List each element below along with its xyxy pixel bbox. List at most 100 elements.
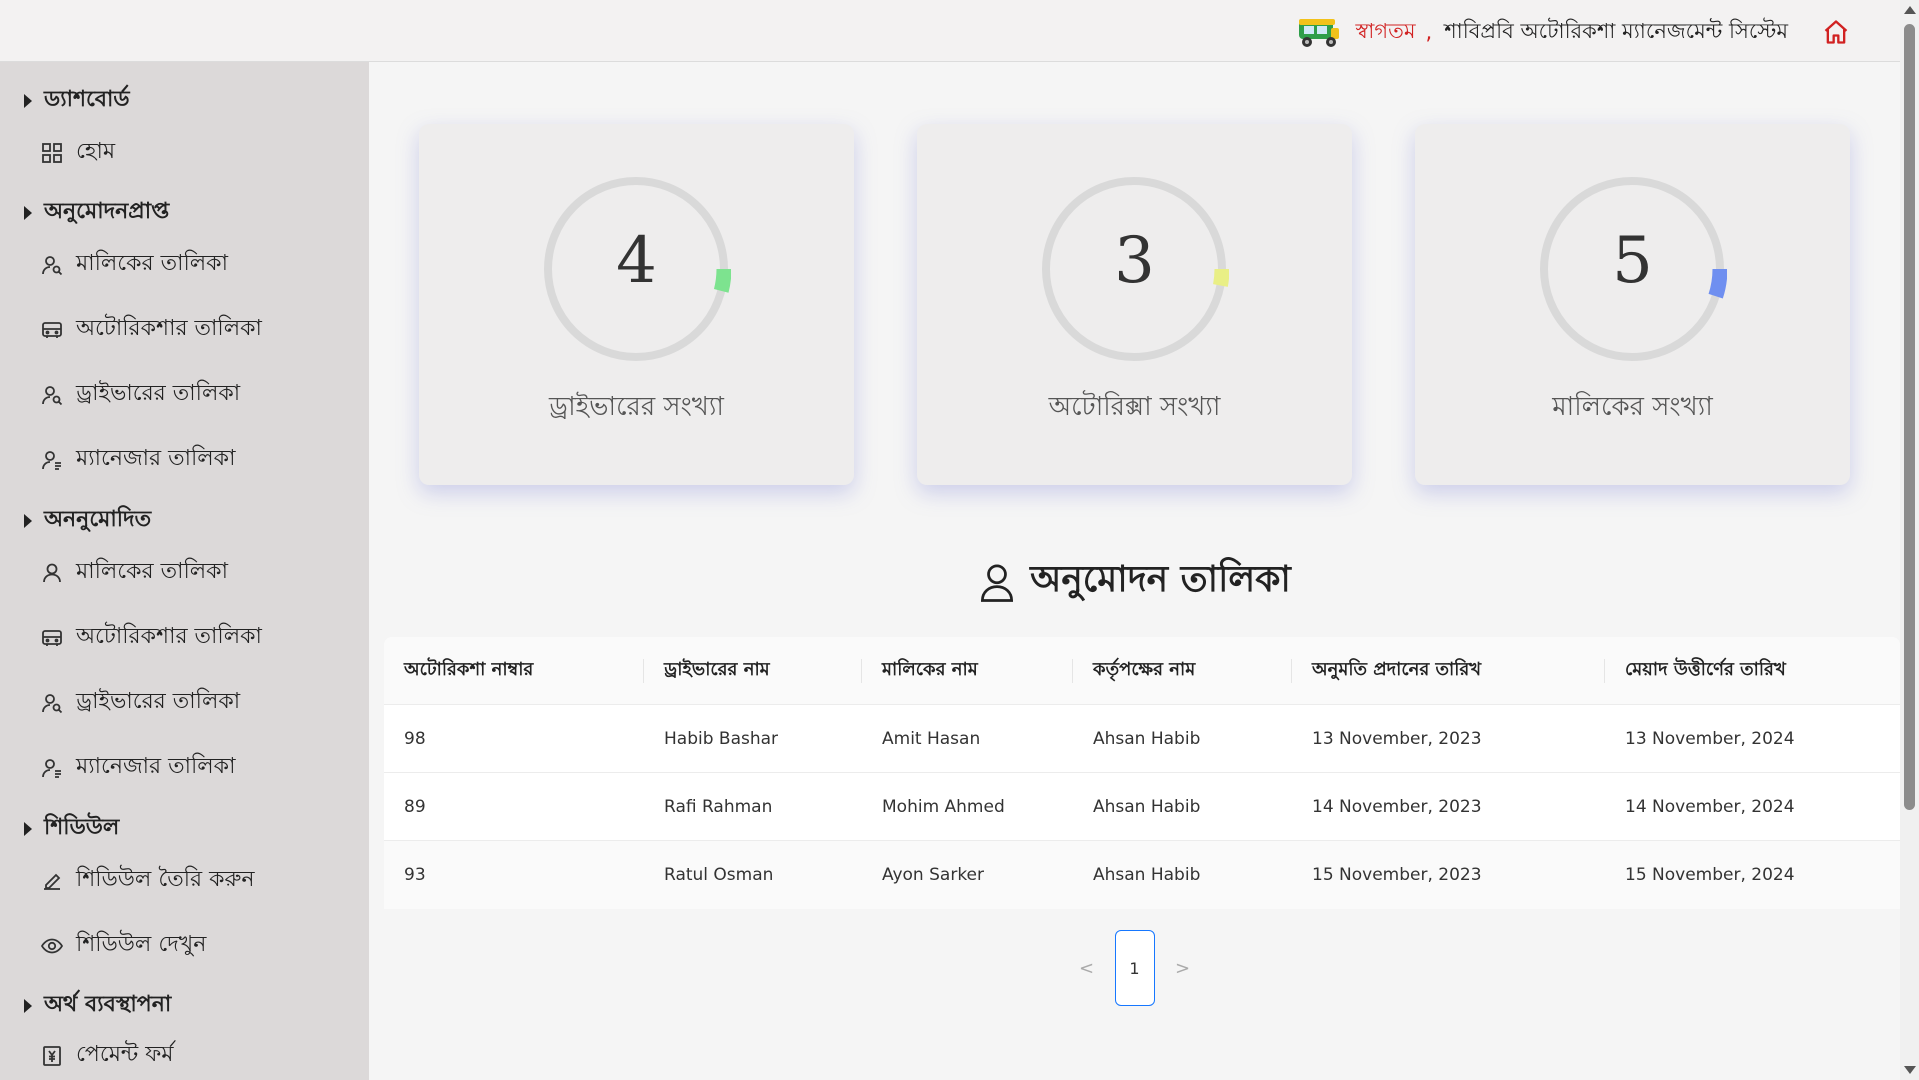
scroll-down-arrow-icon[interactable] bbox=[1904, 1066, 1916, 1074]
sidebar-section-finance[interactable]: অর্থ ব্যবস্থাপনা bbox=[24, 987, 171, 1024]
sidebar-item-label: ড্রাইভারের তালিকা bbox=[76, 381, 241, 406]
sidebar-item-approved-rickshaws[interactable]: অটোরিকশার তালিকা bbox=[40, 311, 262, 348]
stat-label: মালিকের সংখ্যা bbox=[1552, 392, 1713, 422]
next-page-button[interactable]: > bbox=[1171, 958, 1195, 979]
stat-card-drivers: 4 ড্রাইভারের সংখ্যা bbox=[419, 124, 854, 485]
sidebar-item-unapproved-owners[interactable]: মালিকের তালিকা bbox=[40, 554, 228, 591]
stat-label: ড্রাইভারের সংখ্যা bbox=[549, 392, 724, 422]
cell-authority-name: Ahsan Habib bbox=[1093, 796, 1201, 817]
caret-right-icon bbox=[24, 821, 32, 836]
cell-approval-date: 13 November, 2023 bbox=[1312, 728, 1482, 749]
sidebar-section-approved[interactable]: অনুমোদনপ্রাপ্ত bbox=[24, 194, 169, 231]
sidebar-item-label: ম্যানেজার তালিকা bbox=[76, 446, 236, 471]
sidebar-item-label: অটোরিকশার তালিকা bbox=[76, 316, 262, 341]
sidebar-item-label: মালিকের তালিকা bbox=[76, 559, 228, 584]
cell-approval-date: 15 November, 2023 bbox=[1312, 865, 1482, 885]
main-content: 4 ড্রাইভারের সংখ্যা 3 অটোরিক্সা সংখ্যা 5… bbox=[369, 62, 1900, 1080]
caret-right-icon bbox=[24, 998, 32, 1013]
sidebar-section-label: অর্থ ব্যবস্থাপনা bbox=[44, 992, 172, 1017]
cell-owner-name: Amit Hasan bbox=[882, 728, 981, 749]
user-icon bbox=[43, 563, 61, 582]
user-search-icon bbox=[42, 693, 63, 713]
car-icon bbox=[42, 321, 62, 338]
sidebar-item-view-schedule[interactable]: শিডিউল দেখুন bbox=[40, 927, 206, 964]
cell-authority-name: Ahsan Habib bbox=[1093, 728, 1201, 749]
user-search-icon bbox=[42, 255, 63, 275]
sidebar-item-payment-form[interactable]: পেমেন্ট ফর্ম bbox=[40, 1037, 174, 1074]
cell-owner-name: Ayon Sarker bbox=[882, 865, 984, 885]
column-header[interactable]: অটোরিকশা নাম্বার bbox=[384, 637, 644, 705]
sidebar-item-label: ম্যানেজার তালিকা bbox=[76, 754, 236, 779]
welcome-comma: , bbox=[1425, 20, 1433, 44]
approval-list-title-text: অনুমোদন তালিকা bbox=[1030, 559, 1291, 600]
caret-right-icon bbox=[24, 205, 32, 220]
cell-driver-name: Habib Bashar bbox=[664, 728, 779, 749]
cell-rickshaw-number: 93 bbox=[404, 865, 426, 885]
sidebar-section-unapproved[interactable]: অননুমোদিত bbox=[24, 502, 151, 539]
column-header[interactable]: ড্রাইভারের নাম bbox=[644, 637, 862, 705]
brand: স্বাগতম , শাবিপ্রবি অটোরিকশা ম্যানেজমেন্… bbox=[1295, 12, 1852, 52]
sidebar-item-label: ড্রাইভারের তালিকা bbox=[76, 689, 241, 714]
cell-authority-name: Ahsan Habib bbox=[1093, 865, 1201, 885]
sidebar-item-approved-owners[interactable]: মালিকের তালিকা bbox=[40, 246, 228, 283]
column-header[interactable]: অনুমতি প্রদানের তারিখ bbox=[1292, 637, 1605, 705]
stat-value: 5 bbox=[1612, 224, 1653, 298]
table-row[interactable]: 98 Habib Bashar Amit Hasan Ahsan Habib 1… bbox=[384, 705, 1900, 773]
sidebar-item-home[interactable]: হোম bbox=[40, 134, 115, 171]
sidebar-section-dashboard[interactable]: ড্যাশবোর্ড bbox=[24, 82, 130, 119]
prev-page-button[interactable]: < bbox=[1075, 958, 1099, 979]
sidebar-item-label: মালিকের তালিকা bbox=[76, 251, 228, 276]
sidebar-section-label: শিডিউল bbox=[44, 815, 120, 840]
sidebar-section-schedule[interactable]: শিডিউল bbox=[24, 810, 119, 847]
edit-icon bbox=[44, 873, 61, 890]
home-icon bbox=[1824, 20, 1848, 44]
scroll-up-arrow-icon[interactable] bbox=[1904, 6, 1916, 14]
sidebar-item-label: শিডিউল তৈরি করুন bbox=[76, 867, 255, 892]
cell-driver-name: Ratul Osman bbox=[664, 865, 774, 885]
table-row[interactable]: 89 Rafi Rahman Mohim Ahmed Ahsan Habib 1… bbox=[384, 773, 1900, 841]
sidebar-section-label: অনুমোদনপ্রাপ্ত bbox=[44, 199, 170, 224]
top-header: স্বাগতম , শাবিপ্রবি অটোরিকশা ম্যানেজমেন্… bbox=[0, 0, 1900, 62]
sidebar-item-unapproved-managers[interactable]: ম্যানেজার তালিকা bbox=[40, 749, 235, 786]
page-scrollbar[interactable] bbox=[1900, 0, 1919, 1080]
stat-value: 4 bbox=[616, 224, 657, 298]
sidebar-item-unapproved-drivers[interactable]: ড্রাইভারের তালিকা bbox=[40, 684, 240, 721]
home-button[interactable] bbox=[1820, 16, 1852, 48]
stat-value: 3 bbox=[1114, 224, 1155, 298]
eye-icon bbox=[40, 938, 64, 953]
cell-owner-name: Mohim Ahmed bbox=[882, 796, 1005, 817]
autorickshaw-icon bbox=[1299, 19, 1340, 47]
welcome-text: স্বাগতম bbox=[1355, 18, 1416, 43]
approval-table: অটোরিকশা নাম্বার ড্রাইভারের নাম মালিকের … bbox=[384, 637, 1900, 909]
sidebar-item-label: অটোরিকশার তালিকা bbox=[76, 624, 262, 649]
pagination: < 1 > bbox=[369, 930, 1900, 1006]
page-1-button[interactable]: 1 bbox=[1114, 930, 1155, 1006]
table-header: অটোরিকশা নাম্বার ড্রাইভারের নাম মালিকের … bbox=[384, 637, 1900, 705]
user-list-icon bbox=[42, 450, 61, 470]
cell-driver-name: Rafi Rahman bbox=[664, 796, 773, 817]
stat-card-rickshaws: 3 অটোরিক্সা সংখ্যা bbox=[917, 124, 1352, 485]
cell-expiry-date: 15 November, 2024 bbox=[1625, 865, 1795, 885]
sidebar-item-label: পেমেন্ট ফর্ম bbox=[76, 1042, 174, 1067]
sidebar: ড্যাশবোর্ড হোম অনুমোদনপ্রাপ্ত মালিকের তা… bbox=[0, 62, 369, 1080]
grid-icon bbox=[42, 142, 62, 163]
sidebar-item-approved-managers[interactable]: ম্যানেজার তালিকা bbox=[40, 441, 235, 478]
scrollbar-thumb[interactable] bbox=[1904, 24, 1915, 810]
cell-rickshaw-number: 98 bbox=[404, 728, 426, 749]
car-icon bbox=[42, 629, 62, 646]
cell-expiry-date: 14 November, 2024 bbox=[1625, 796, 1795, 817]
approval-list-title: অনুমোদন তালিকা bbox=[369, 552, 1900, 612]
sidebar-item-label: হোম bbox=[76, 139, 116, 164]
sidebar-item-unapproved-rickshaws[interactable]: অটোরিকশার তালিকা bbox=[40, 619, 262, 656]
column-header[interactable]: কর্তৃপক্ষের নাম bbox=[1073, 637, 1292, 705]
table-row[interactable]: 93 Ratul Osman Ayon Sarker Ahsan Habib 1… bbox=[384, 841, 1900, 909]
cell-approval-date: 14 November, 2023 bbox=[1312, 796, 1482, 817]
cell-expiry-date: 13 November, 2024 bbox=[1625, 728, 1795, 749]
column-header[interactable]: মালিকের নাম bbox=[862, 637, 1073, 705]
sidebar-item-create-schedule[interactable]: শিডিউল তৈরি করুন bbox=[40, 862, 255, 899]
sidebar-item-approved-drivers[interactable]: ড্রাইভারের তালিকা bbox=[40, 376, 240, 413]
column-header[interactable]: মেয়াদ উত্তীর্ণের তারিখ bbox=[1605, 637, 1900, 705]
caret-right-icon bbox=[24, 93, 32, 108]
user-icon bbox=[981, 564, 1014, 602]
yen-receipt-icon bbox=[43, 1045, 61, 1066]
